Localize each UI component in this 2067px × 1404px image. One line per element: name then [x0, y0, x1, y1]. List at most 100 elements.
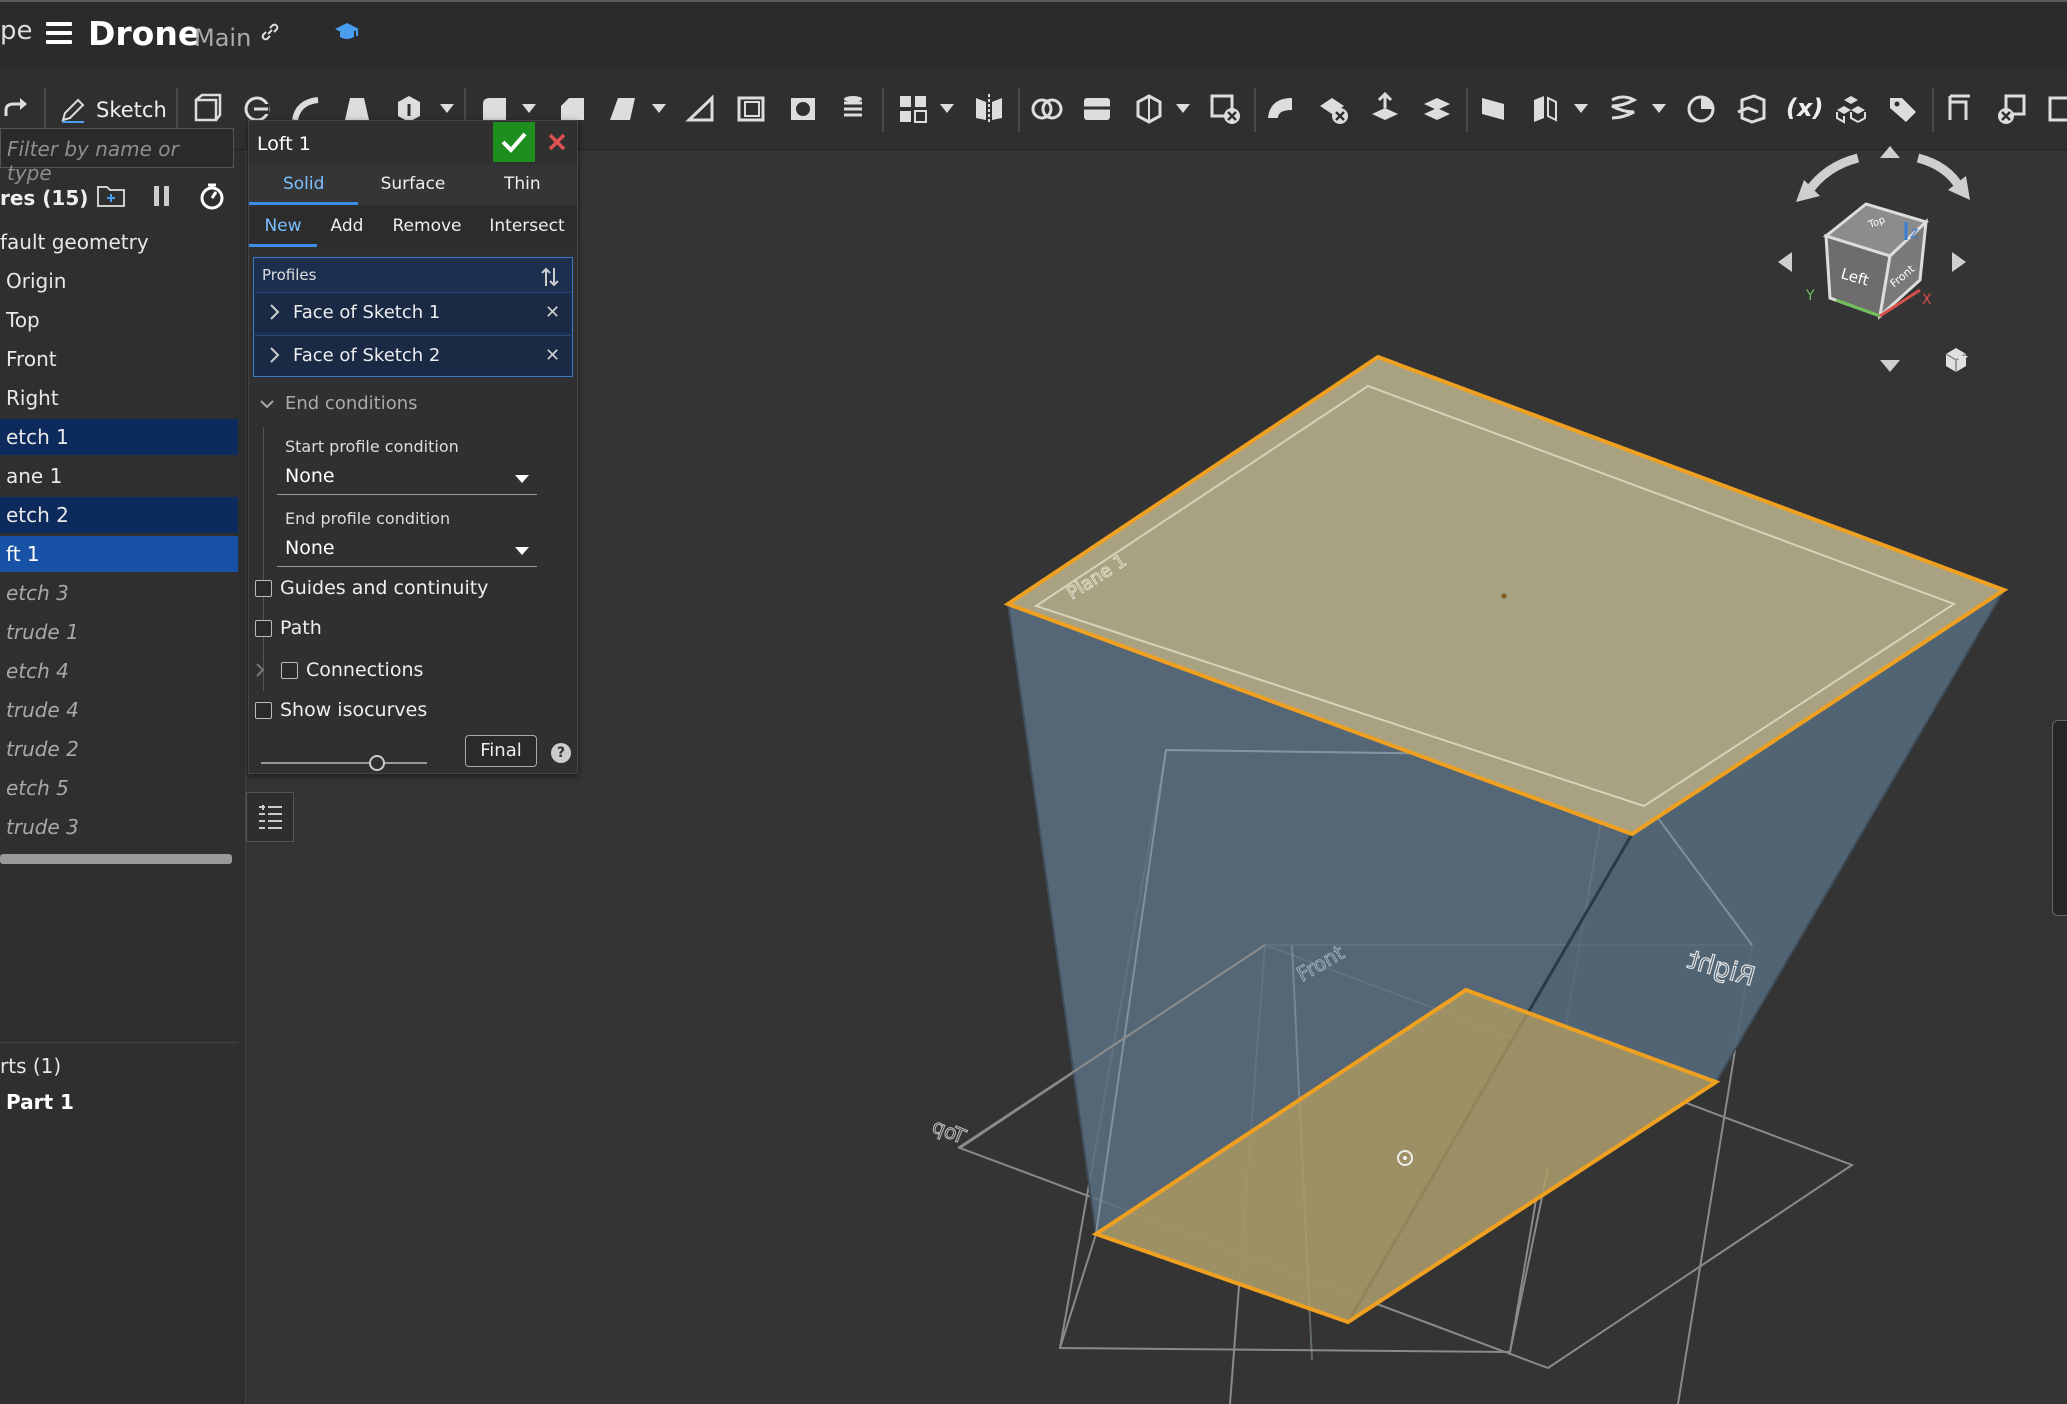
chevron-down-icon[interactable] [522, 104, 536, 113]
tree-item[interactable]: Right [0, 380, 238, 416]
top-profile-face[interactable] [1003, 354, 2009, 837]
mirror-icon[interactable] [972, 90, 1006, 128]
chevron-right-icon[interactable] [269, 303, 281, 321]
part-item[interactable]: Part 1 [6, 1090, 74, 1114]
tab-solid[interactable]: Solid [249, 165, 359, 205]
helix-icon[interactable] [1606, 90, 1640, 128]
sheet-metal-icon[interactable] [1942, 90, 1976, 128]
tree-item[interactable]: etch 1 [0, 419, 238, 455]
final-button[interactable]: Final [465, 735, 537, 767]
tree-scrollbar[interactable] [0, 854, 232, 864]
plane-icon[interactable] [1476, 90, 1510, 128]
tree-item[interactable]: etch 3 [0, 575, 238, 611]
pan-right-arrow-icon[interactable] [1952, 252, 1966, 272]
top-plane[interactable] [957, 943, 1855, 1370]
tab-remove[interactable]: Remove [377, 207, 477, 247]
tab-add[interactable]: Add [317, 207, 377, 247]
checkbox-box[interactable] [255, 579, 272, 597]
split-icon[interactable] [1080, 90, 1114, 128]
replace-face-icon[interactable] [1420, 90, 1454, 128]
shell-icon[interactable] [734, 90, 768, 128]
transform-icon[interactable] [1132, 90, 1166, 128]
isocurves-checkbox[interactable]: Show isocurves [255, 699, 427, 721]
modify-fillet-icon[interactable] [1264, 90, 1298, 128]
preview-slider[interactable] [259, 753, 429, 773]
boolean-icon[interactable] [1030, 90, 1064, 128]
end-conditions-section[interactable]: End conditions [259, 393, 418, 414]
derived-icon[interactable] [1734, 90, 1768, 128]
right-plane[interactable] [1229, 944, 1754, 1404]
bottom-profile-face[interactable] [1091, 987, 1721, 1325]
tab-surface[interactable]: Surface [358, 165, 467, 205]
tab-thin[interactable]: Thin [468, 165, 577, 205]
delete-part-icon[interactable] [1208, 90, 1242, 128]
remove-profile-icon[interactable]: ✕ [545, 345, 560, 366]
redo-icon[interactable] [2, 92, 32, 130]
chevron-right-icon[interactable] [255, 662, 265, 678]
chevron-down-icon[interactable] [1652, 104, 1666, 113]
tree-item[interactable]: ft 1 [0, 536, 238, 572]
document-name[interactable]: Drone [88, 14, 200, 53]
chevron-down-icon[interactable] [940, 104, 954, 113]
right-panel-tabs[interactable] [2052, 720, 2067, 916]
extrude-icon[interactable] [190, 90, 224, 128]
sketch-button[interactable]: Sketch [58, 90, 167, 130]
tree-item[interactable]: fault geometry [0, 224, 238, 260]
hamburger-menu-icon[interactable] [46, 22, 72, 44]
tree-item[interactable]: etch 2 [0, 497, 238, 533]
loft-left-face[interactable] [1008, 604, 1632, 1322]
variable-label[interactable]: (x) [1786, 94, 1823, 122]
rotate-right-arrow-icon[interactable] [1916, 153, 1964, 191]
filter-input[interactable]: Filter by name or type [0, 128, 234, 185]
remove-profile-icon[interactable]: ✕ [545, 302, 560, 323]
tree-item[interactable]: Origin [0, 263, 238, 299]
loft-right-face[interactable] [1348, 590, 2004, 1322]
tree-item[interactable]: trude 3 [0, 809, 238, 845]
thread-icon[interactable] [836, 90, 870, 128]
view-cube[interactable]: Left Front Top Y X Z [1770, 140, 1970, 380]
tree-item[interactable]: trude 1 [0, 614, 238, 650]
chevron-down-icon[interactable] [1176, 104, 1190, 113]
chevron-down-icon[interactable] [1574, 104, 1588, 113]
pan-down-arrow-icon[interactable] [1880, 360, 1900, 372]
end-condition-select[interactable]: None [277, 533, 537, 567]
connections-checkbox[interactable]: Connections [255, 659, 423, 681]
chevron-right-icon[interactable] [269, 346, 281, 364]
profile-row[interactable]: Face of Sketch 2 ✕ [255, 335, 571, 375]
tree-item[interactable]: etch 5 [0, 770, 238, 806]
start-condition-select[interactable]: None [277, 461, 537, 495]
chevron-down-icon[interactable] [652, 104, 666, 113]
guides-checkbox[interactable]: Guides and continuity [255, 577, 488, 599]
hole-icon[interactable] [786, 90, 820, 128]
help-icon[interactable]: ? [551, 743, 571, 763]
profiles-field[interactable]: Profiles Face of Sketch 1 ✕ Face of Sket… [253, 257, 573, 377]
rotate-left-arrow-icon[interactable] [1804, 153, 1860, 195]
mate-connector-icon[interactable] [1528, 90, 1562, 128]
tab-intersect[interactable]: Intersect [477, 207, 577, 247]
profile-row[interactable]: Face of Sketch 1 ✕ [255, 292, 571, 332]
checkbox-box[interactable] [255, 701, 272, 719]
configure-parts-icon[interactable] [1834, 90, 1868, 128]
checkbox-box[interactable] [255, 619, 272, 637]
delete-face-icon[interactable] [1316, 90, 1350, 128]
pan-up-arrow-icon[interactable] [1880, 146, 1900, 158]
tree-item[interactable]: etch 4 [0, 653, 238, 689]
tree-item[interactable]: trude 4 [0, 692, 238, 728]
tree-item[interactable]: trude 2 [0, 731, 238, 767]
pause-icon[interactable] [152, 184, 172, 208]
accept-button[interactable] [493, 122, 535, 162]
front-plane[interactable] [1058, 748, 1614, 1354]
pattern-icon[interactable] [896, 90, 930, 128]
pan-left-arrow-icon[interactable] [1778, 252, 1792, 272]
rebuild-timer-icon[interactable] [198, 182, 226, 210]
frame-icon[interactable] [1994, 90, 2028, 128]
rib-icon[interactable] [684, 90, 718, 128]
tree-item[interactable]: Top [0, 302, 238, 338]
sort-icon[interactable] [540, 266, 560, 292]
measure-icon[interactable] [1684, 90, 1718, 128]
tree-item[interactable]: ane 1 [0, 458, 238, 494]
path-checkbox[interactable]: Path [255, 617, 322, 639]
add-folder-icon[interactable] [96, 183, 126, 209]
feature-list-button[interactable] [246, 792, 294, 842]
branch-name[interactable]: Main [194, 24, 251, 52]
